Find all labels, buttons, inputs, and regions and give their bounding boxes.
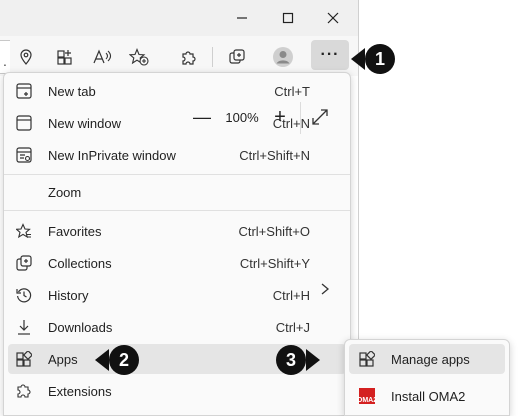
extensions-icon[interactable] (175, 44, 201, 70)
menu-item-extensions[interactable]: Extensions (8, 376, 346, 406)
close-icon[interactable] (322, 7, 344, 29)
read-aloud-icon[interactable] (89, 44, 115, 70)
collections-icon[interactable] (224, 44, 250, 70)
shortcut-text: Ctrl+T (274, 84, 310, 99)
menu-item-label: New window (48, 116, 121, 131)
menu-item-label: New tab (48, 84, 96, 99)
callout-1: 1 (351, 44, 395, 74)
callout-pointer (95, 349, 109, 371)
menu-item-label: Favorites (48, 224, 102, 239)
menu-item-new-inprivate-window[interactable]: New InPrivate window Ctrl+Shift+N (8, 140, 346, 170)
extensions-icon (16, 383, 32, 399)
menu-item-label: Apps (48, 352, 78, 367)
fullscreen-icon[interactable] (310, 107, 330, 127)
zoom-out-button[interactable]: — (190, 105, 214, 129)
menu-item-label: Zoom (48, 185, 82, 200)
menu-divider (4, 174, 350, 175)
submenu-item-label: Install OMA2 (391, 389, 466, 404)
shortcut-text: Ctrl+Shift+O (238, 224, 310, 239)
menu-item-new-window[interactable]: New window Ctrl+N (8, 108, 346, 138)
title-bar (0, 0, 358, 36)
menu-item-label: Collections (48, 256, 112, 271)
new-tab-icon (16, 83, 32, 99)
shortcut-text: Ctrl+H (272, 288, 310, 303)
callout-number: 3 (276, 345, 306, 375)
shortcut-text: Ctrl+Shift+Y (239, 256, 310, 271)
location-pin-icon[interactable] (13, 44, 39, 70)
inprivate-window-icon (16, 147, 32, 163)
settings-and-more-button[interactable]: ··· (311, 40, 349, 70)
menu-item-collections[interactable]: Collections Ctrl+Shift+Y (8, 248, 346, 278)
submenu-item-install-app[interactable]: OMA2 Install OMA2 (349, 381, 505, 411)
callout-pointer (306, 349, 320, 371)
history-icon (16, 287, 32, 303)
oma2-app-icon: OMA2 (357, 388, 377, 404)
menu-item-label: Downloads (48, 320, 113, 335)
zoom-in-button[interactable]: + (268, 105, 292, 129)
manage-apps-icon (359, 349, 377, 367)
menu-item-new-tab[interactable]: New tab Ctrl+T (8, 76, 346, 106)
callout-3: 3 (276, 345, 320, 375)
menu-item-downloads[interactable]: Downloads Ctrl+J (8, 312, 346, 342)
minimize-icon[interactable] (231, 7, 253, 29)
new-window-icon (16, 115, 32, 131)
apps-submenu: Manage apps OMA2 Install OMA2 (344, 339, 510, 416)
chevron-right-icon (318, 282, 332, 296)
profile-avatar-icon[interactable] (270, 44, 296, 70)
callout-number: 2 (109, 345, 139, 375)
menu-item-label: New InPrivate window (48, 148, 176, 163)
callout-pointer (351, 48, 365, 70)
callout-2: 2 (95, 345, 139, 375)
menu-divider (4, 210, 350, 211)
zoom-divider (300, 102, 301, 134)
callout-number: 1 (365, 44, 395, 74)
submenu-item-manage-apps[interactable]: Manage apps (349, 344, 505, 374)
shortcut-text: Ctrl+J (275, 320, 310, 335)
collections-icon (16, 255, 32, 271)
menu-item-label: Extensions (48, 384, 112, 399)
download-icon (16, 319, 32, 335)
shortcut-text: Ctrl+Shift+N (239, 148, 310, 163)
submenu-item-label: Manage apps (391, 352, 470, 367)
favorite-add-icon[interactable] (126, 44, 152, 70)
apps-icon (16, 349, 34, 367)
zoom-level: 100% (225, 110, 259, 125)
menu-item-zoom: Zoom (8, 177, 346, 207)
menu-item-label: History (48, 288, 89, 303)
menu-item-history[interactable]: History Ctrl+H (8, 280, 346, 310)
toolbar-divider (212, 47, 213, 67)
address-bar-ellipsis: . (3, 53, 7, 69)
menu-item-favorites[interactable]: Favorites Ctrl+Shift+O (8, 216, 346, 246)
maximize-icon[interactable] (277, 7, 299, 29)
apps-add-icon[interactable] (52, 44, 78, 70)
favorites-icon (15, 223, 32, 239)
